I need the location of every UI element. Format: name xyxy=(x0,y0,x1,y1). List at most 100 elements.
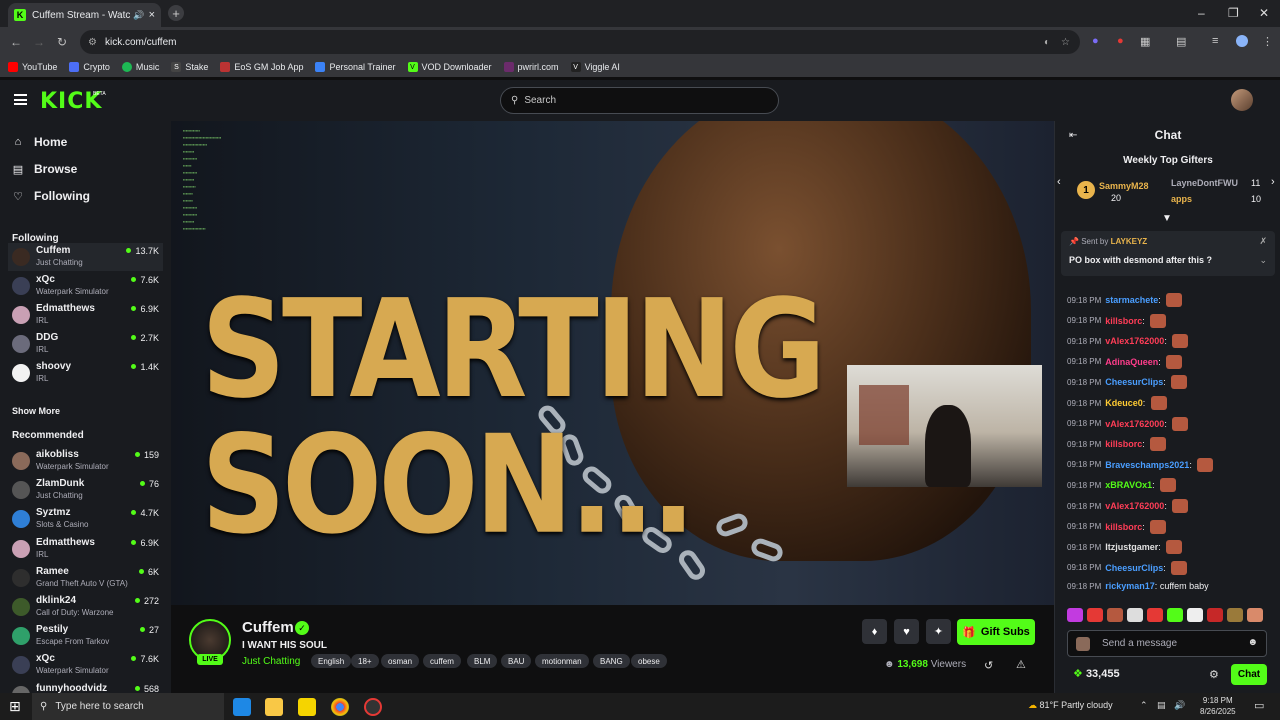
network-icon[interactable]: ▤ xyxy=(1157,700,1166,711)
video-player[interactable]: ▪▪▪▪▪▪▪▪▪▪▪▪ ▪▪▪▪▪▪▪▪▪▪▪▪▪▪▪▪▪▪▪▪▪▪▪▪▪▪▪ ▪… xyxy=(171,121,1054,605)
emote[interactable] xyxy=(1087,608,1103,622)
bookmark-stake[interactable]: S Stake xyxy=(171,62,208,72)
browser-tab[interactable]: K Cuffem Stream - Watch Live 🔊 × xyxy=(8,3,161,27)
profile-icon[interactable] xyxy=(1236,35,1248,47)
stream-tag[interactable]: osman xyxy=(381,654,420,668)
nav-home[interactable]: ⌂ Home xyxy=(12,135,68,149)
gifter-name[interactable]: apps xyxy=(1171,194,1192,204)
emote[interactable] xyxy=(1127,608,1143,622)
recommended-channel[interactable]: Edmatthews IRL 6.9K xyxy=(8,535,163,563)
extension-icon[interactable]: ● xyxy=(1092,35,1099,47)
extensions-puzzle-icon[interactable]: ▦ xyxy=(1140,35,1150,48)
chat-username[interactable]: killsborc xyxy=(1105,439,1142,449)
chat-username[interactable]: Kdeuce0 xyxy=(1105,398,1143,408)
minimize-icon[interactable]: – xyxy=(1198,6,1205,20)
emote[interactable] xyxy=(1147,608,1163,622)
emoji-picker-icon[interactable]: ☻ xyxy=(1247,637,1258,648)
reload-icon[interactable]: ↻ xyxy=(57,35,67,49)
emote[interactable] xyxy=(1227,608,1243,622)
chat-send-button[interactable]: Chat xyxy=(1231,664,1267,685)
chat-settings-gear-icon[interactable]: ⚙ xyxy=(1209,668,1219,681)
forward-icon[interactable]: → xyxy=(33,35,45,49)
recommended-channel[interactable]: Pestily Escape From Tarkov 27 xyxy=(8,622,163,650)
sticky-notes-icon[interactable] xyxy=(298,698,316,716)
recommended-channel[interactable]: dklink24 Call of Duty: Warzone 272 xyxy=(8,593,163,621)
emote[interactable] xyxy=(1207,608,1223,622)
following-channel[interactable]: shoovy IRL 1.4K xyxy=(8,359,163,387)
stream-tag[interactable]: BAU xyxy=(501,654,532,668)
close-window-icon[interactable]: ✕ xyxy=(1259,6,1269,20)
channel-name[interactable]: Cuffem xyxy=(242,619,294,636)
file-explorer-icon[interactable] xyxy=(265,698,283,716)
bookmark-eos-job-app[interactable]: EoS GM Job App xyxy=(220,62,303,72)
widgets-app-icon[interactable] xyxy=(233,698,251,716)
taskbar-search-input[interactable]: ⚲ Type here to search xyxy=(32,693,224,720)
stream-tag[interactable]: BANG xyxy=(593,654,630,668)
stream-tag[interactable]: English xyxy=(311,654,352,668)
chat-username[interactable]: xBRAVOx1 xyxy=(1105,480,1152,490)
report-warning-icon[interactable]: ⚠ xyxy=(1016,658,1026,671)
site-info-icon[interactable]: ⚙ xyxy=(88,37,97,48)
chat-username[interactable]: CheesurClips xyxy=(1105,377,1163,387)
chat-username[interactable]: vAlex1762000 xyxy=(1105,501,1164,511)
recommended-channel[interactable]: Syztmz Slots & Casino 4.7K xyxy=(8,505,163,533)
stream-tag[interactable]: motionman xyxy=(535,654,589,668)
downloads-icon[interactable]: ≡ xyxy=(1212,35,1218,47)
new-tab-button[interactable]: + xyxy=(168,5,184,21)
bookmark-music[interactable]: Music xyxy=(121,62,159,72)
stream-tag[interactable]: obese xyxy=(631,654,667,668)
emote[interactable] xyxy=(1107,608,1123,622)
stream-category-link[interactable]: Just Chatting xyxy=(242,656,300,667)
stream-tag[interactable]: 18+ xyxy=(351,654,379,668)
emote[interactable] xyxy=(1167,608,1183,622)
stream-tag[interactable]: cuffem xyxy=(423,654,461,668)
follow-heart-button[interactable]: ♥ xyxy=(894,619,919,644)
gifter-name[interactable]: LayneDontFWU xyxy=(1171,178,1238,188)
notification-bell-button[interactable]: ♦ xyxy=(862,619,887,644)
extension-red-icon[interactable]: ● xyxy=(1117,35,1124,47)
speaker-icon[interactable]: 🔊 xyxy=(133,10,144,21)
emote[interactable] xyxy=(1247,608,1263,622)
chevron-down-icon[interactable]: ⌄ xyxy=(1259,255,1267,266)
gifters-next-icon[interactable]: › xyxy=(1271,176,1275,188)
chat-username[interactable]: Itzjustgamer xyxy=(1105,542,1158,552)
chat-username[interactable]: AdinaQueen xyxy=(1105,357,1158,367)
notifications-icon[interactable]: ▭ xyxy=(1254,699,1264,712)
bookmark-personal-trainer[interactable]: Personal Trainer xyxy=(315,62,396,72)
chat-username[interactable]: killsborc xyxy=(1105,316,1142,326)
recommended-channel[interactable]: ZlamDunk Just Chatting 76 xyxy=(8,476,163,504)
windows-start-icon[interactable]: ⊞ xyxy=(9,698,21,715)
search-input[interactable]: ⚲ Search xyxy=(500,87,779,114)
channel-points[interactable]: ❖ 33,455 xyxy=(1073,667,1120,680)
following-channel[interactable]: xQc Waterpark Simulator 7.6K xyxy=(8,272,163,300)
recommended-channel[interactable]: Ramee Grand Theft Auto V (GTA) 6K xyxy=(8,564,163,592)
chat-username[interactable]: rickyman17 xyxy=(1105,581,1155,591)
address-bar[interactable]: ⚙ kick.com/cuffem ◐ ☆ xyxy=(80,30,1080,54)
chat-username[interactable]: starmachete xyxy=(1105,295,1158,305)
show-more-link[interactable]: Show More xyxy=(12,406,60,416)
chat-message-input[interactable]: Send a message ☻ xyxy=(1067,630,1267,657)
bookmark-youtube[interactable]: YouTube xyxy=(8,62,57,72)
volume-icon[interactable]: 🔊 xyxy=(1174,700,1185,711)
emote[interactable] xyxy=(1187,608,1203,622)
chat-username[interactable]: vAlex1762000 xyxy=(1105,336,1164,346)
recommended-channel[interactable]: aikobliss Waterpark Simulator 159 xyxy=(8,447,163,475)
unpin-icon[interactable]: ✗ xyxy=(1259,236,1267,247)
app-icon[interactable] xyxy=(364,698,382,716)
menu-kebab-icon[interactable]: ⋮ xyxy=(1262,35,1273,48)
nav-browse[interactable]: ▤ Browse xyxy=(12,162,78,176)
recommended-channel[interactable]: funnyhoodvidz 568 xyxy=(8,681,163,693)
share-icon[interactable]: ↺ xyxy=(984,659,993,672)
gifter-name[interactable]: SammyM28 xyxy=(1099,181,1149,191)
weather-widget[interactable]: ☁ 81°F Partly cloudy xyxy=(1028,700,1113,711)
nav-following[interactable]: ♡ Following xyxy=(12,189,90,203)
chat-username[interactable]: CheesurClips xyxy=(1105,563,1163,573)
back-icon[interactable]: ← xyxy=(10,35,22,49)
following-channel[interactable]: DDG IRL 2.7K xyxy=(8,330,163,358)
chrome-icon[interactable] xyxy=(331,698,349,716)
taskbar-clock[interactable]: 9:18 PM 8/26/2025 xyxy=(1200,695,1236,717)
eye-off-icon[interactable]: ◐ xyxy=(1044,37,1050,48)
stream-tag[interactable]: BLM xyxy=(467,654,498,668)
recommended-channel[interactable]: xQc Waterpark Simulator 7.6K xyxy=(8,651,163,679)
media-icon[interactable]: ▤ xyxy=(1176,35,1186,48)
